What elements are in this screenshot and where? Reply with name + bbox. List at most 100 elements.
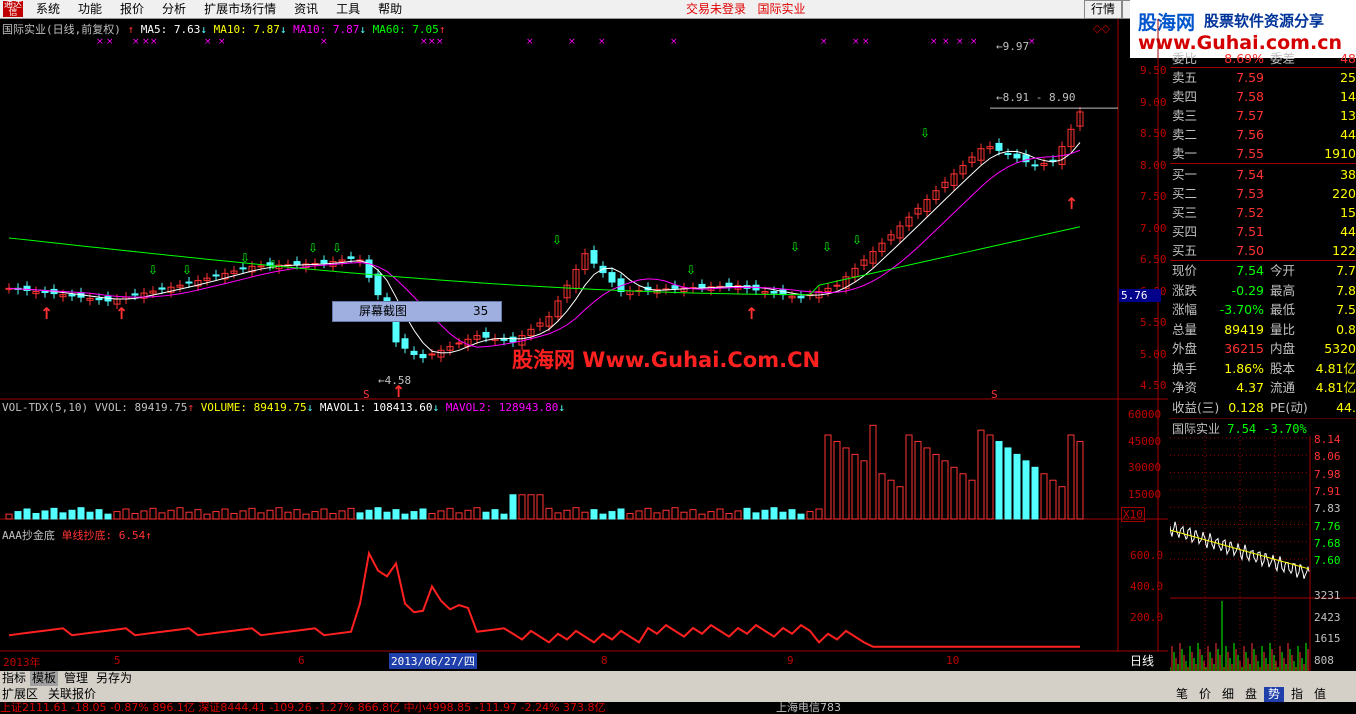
top-x-mark: ×	[142, 37, 150, 47]
main-y-label: 8.50	[1140, 127, 1167, 140]
volume-bar	[95, 509, 103, 520]
indicator-header: AAA抄金底 单线抄底: 6.54↑	[2, 529, 152, 542]
minichart-y-label: 7.76	[1314, 519, 1341, 533]
menu-item-system[interactable]: 系统	[36, 1, 60, 17]
candle-body	[410, 350, 418, 356]
chart-diamond-icon[interactable]: ◇◇	[1093, 22, 1110, 35]
volume-bar	[977, 429, 985, 520]
candle-body	[95, 297, 103, 301]
volume-bar	[779, 511, 787, 520]
right-tab[interactable]: 值	[1310, 687, 1330, 702]
volume-bar	[158, 512, 166, 520]
volume-y-label: 60000	[1128, 408, 1162, 421]
volume-y-label: 30000	[1128, 461, 1162, 474]
volume-bar	[608, 511, 616, 520]
tab-indicator[interactable]: 指标	[0, 671, 28, 686]
quote-row-label: 卖二	[1172, 127, 1198, 142]
volume-bar	[662, 509, 670, 520]
sell-arrow-icon: ⇩	[852, 233, 862, 247]
candle-body	[833, 284, 841, 287]
volume-bar	[446, 507, 454, 520]
top-x-mark: ×	[204, 37, 212, 47]
right-tab[interactable]: 笔	[1172, 687, 1192, 702]
tab-ext-area[interactable]: 扩展区	[0, 687, 40, 702]
vvol-label: VVOL: 89419.75	[94, 401, 188, 414]
date-label-9: 9	[787, 654, 794, 667]
right-tab[interactable]: 势	[1264, 687, 1284, 702]
tab-save-as[interactable]: 另存为	[94, 671, 134, 686]
right-tab[interactable]: 指	[1287, 687, 1307, 702]
quote-row-volume: 38	[1340, 167, 1356, 182]
minichart-y-label: 7.83	[1314, 502, 1341, 516]
volume-bar	[257, 512, 265, 520]
right-tab[interactable]: 盘	[1241, 687, 1261, 702]
quote-button[interactable]: 行情	[1084, 0, 1122, 19]
menu-item-quote[interactable]: 报价	[120, 1, 144, 17]
quote-row-volume: 4.81亿	[1315, 380, 1356, 395]
sell-arrow-icon: ⇩	[308, 241, 318, 255]
volume-bar	[617, 508, 625, 520]
volume-bar	[5, 513, 13, 520]
tab-manage[interactable]: 管理	[62, 671, 90, 686]
volume-bar	[464, 509, 472, 520]
menu-item-function[interactable]: 功能	[78, 1, 102, 17]
volume-bar	[149, 507, 157, 520]
tab-related-quote[interactable]: 关联报价	[46, 687, 98, 702]
volume-bar	[248, 507, 256, 520]
tab-template[interactable]: 模板	[30, 671, 59, 686]
volume-bar	[293, 509, 301, 520]
top-x-mark: ×	[852, 37, 860, 47]
period-label[interactable]: 日线	[1130, 652, 1154, 669]
volume-bar	[644, 507, 652, 520]
minichart-vol-label: 2423	[1314, 610, 1341, 624]
indicator-y-label: 400.0	[1130, 580, 1164, 593]
candle-body	[68, 294, 76, 297]
menu-item-ext-market[interactable]: 扩展市场行情	[204, 1, 276, 17]
volume-bar	[86, 511, 94, 520]
login-status[interactable]: 交易未登录 国际实业	[686, 1, 805, 17]
buy-row: 买一 7.54 38	[1170, 165, 1356, 184]
menu-item-news[interactable]: 资讯	[294, 1, 318, 17]
minichart-vol-label: 1615	[1314, 632, 1341, 645]
buy-row: 买四 7.51 44	[1170, 222, 1356, 241]
sell-arrow-icon: ⇩	[822, 240, 832, 254]
menu-item-tools[interactable]: 工具	[336, 1, 360, 17]
volume-bar	[140, 510, 148, 520]
tooltip-label: 屏幕截图	[359, 304, 408, 318]
volume-bar	[167, 509, 175, 520]
vol-title: VOL-TDX(5,10)	[2, 401, 89, 414]
volume-bar	[941, 460, 949, 520]
quote-row-volume: 1910	[1324, 146, 1356, 161]
volume-bar	[320, 508, 328, 520]
volume-bar	[509, 494, 517, 520]
volume-bar	[581, 511, 589, 520]
right-tab[interactable]: 细	[1218, 687, 1238, 702]
main-y-label: 5.00	[1140, 347, 1167, 361]
volume-bar	[887, 479, 895, 520]
quote-row-label: 净资	[1172, 380, 1198, 395]
screenshot-tooltip[interactable]: 屏幕截图 35	[332, 301, 502, 322]
volume-bar	[671, 507, 679, 520]
market-ticker: 上证2111.61 -18.05 -0.87% 896.1亿 深证8444.41…	[0, 702, 1356, 714]
candle-body	[797, 295, 805, 299]
main-y-label: 9.00	[1140, 95, 1167, 109]
volume-bar	[527, 494, 535, 520]
quote-row-label: 现价	[1172, 263, 1198, 278]
quote-row-price: 7.52	[1236, 205, 1264, 220]
buy-arrow-icon: ↑	[40, 304, 53, 323]
watermark-text: 股海网 Www.Guhai.Com.CN	[512, 348, 821, 372]
top-x-mark: ×	[436, 37, 444, 47]
tooltip-value: 35	[473, 304, 489, 318]
ma60-label: MA60: 7.05	[372, 23, 439, 36]
candle-body	[185, 281, 193, 284]
quote-row-price: 7.54	[1236, 167, 1264, 182]
brand-slogan: 股票软件资源分享	[1204, 12, 1325, 30]
sell-arrow-icon: ⇩	[240, 251, 250, 265]
minichart-grid	[1170, 436, 1310, 671]
main-y-label: 6.50	[1140, 253, 1167, 266]
menu-item-analysis[interactable]: 分析	[162, 1, 186, 17]
menu-item-help[interactable]: 帮助	[378, 1, 402, 17]
volume-bar	[518, 494, 526, 520]
right-tab[interactable]: 价	[1195, 687, 1215, 702]
main-y-label: 8.00	[1140, 158, 1167, 172]
